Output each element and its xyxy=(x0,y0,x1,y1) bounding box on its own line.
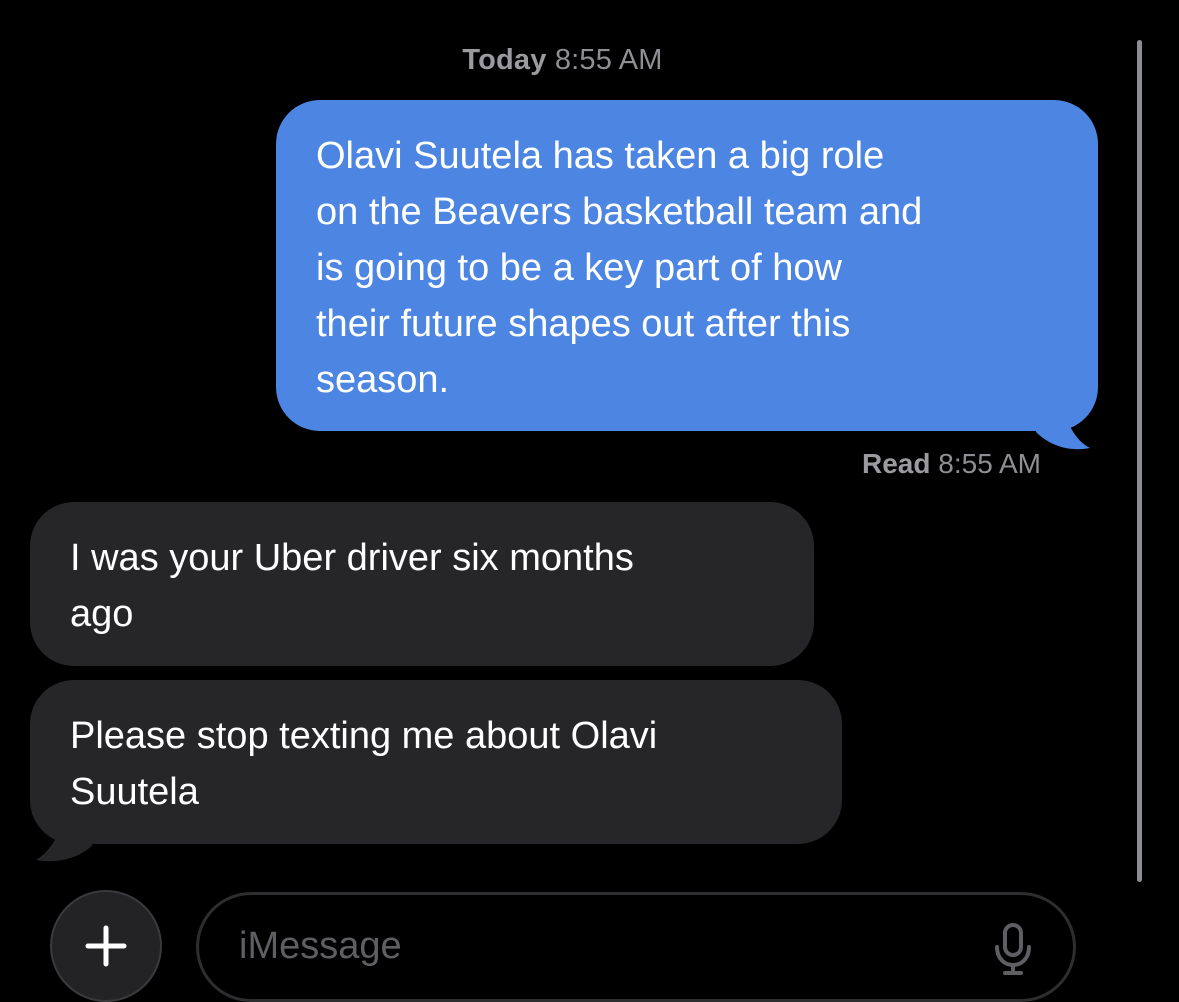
timestamp-day: Today xyxy=(462,44,547,76)
add-button[interactable] xyxy=(50,890,162,1002)
microphone-icon[interactable] xyxy=(993,923,1033,975)
conversation-timestamp: Today 8:55 AM xyxy=(0,44,1125,77)
message-line: I was your Uber driver six months xyxy=(70,537,634,579)
read-receipt: Read 8:55 AM xyxy=(862,448,1041,480)
outgoing-bubble-tail xyxy=(1030,390,1090,450)
message-line: Olavi Suutela has taken a big role xyxy=(316,135,885,177)
imessage-placeholder: iMessage xyxy=(239,925,402,967)
message-line: ago xyxy=(70,593,134,635)
message-line: their future shapes out after this xyxy=(316,303,851,345)
imessage-input[interactable]: iMessage xyxy=(196,892,1076,1002)
read-label: Read xyxy=(862,448,931,479)
timestamp-time: 8:55 AM xyxy=(554,44,663,76)
message-line: Suutela xyxy=(70,771,199,813)
message-line: season. xyxy=(316,359,450,401)
message-line: is going to be a key part of how xyxy=(316,247,842,289)
plus-icon xyxy=(85,925,127,967)
incoming-message-bubble[interactable]: Please stop texting me about Olavi Suute… xyxy=(30,680,842,844)
outgoing-message-bubble[interactable]: Olavi Suutela has taken a big role on th… xyxy=(276,100,1098,431)
message-line: Please stop texting me about Olavi xyxy=(70,715,658,757)
incoming-message-bubble[interactable]: I was your Uber driver six months ago xyxy=(30,502,814,666)
read-time: 8:55 AM xyxy=(938,448,1041,479)
message-line: on the Beavers basketball team and xyxy=(316,191,923,233)
incoming-bubble-tail xyxy=(36,806,96,862)
scrollbar[interactable] xyxy=(1137,40,1142,882)
